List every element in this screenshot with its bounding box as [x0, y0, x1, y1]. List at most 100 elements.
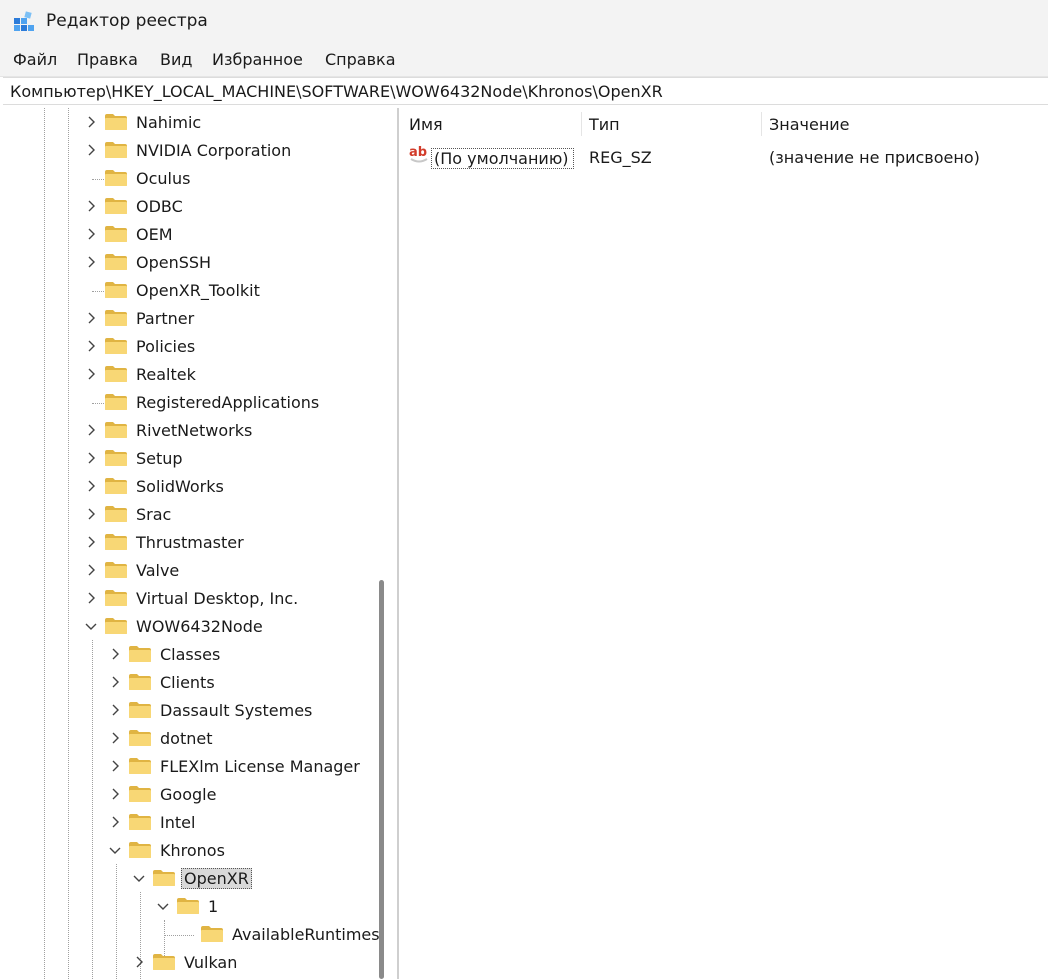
tree-item[interactable]: Virtual Desktop, Inc. — [82, 584, 301, 612]
tree-item[interactable]: Oculus — [82, 164, 193, 192]
tree-item[interactable]: Classes — [106, 640, 223, 668]
tree-item[interactable]: WOW6432Node — [82, 612, 266, 640]
chevron-right-icon[interactable] — [82, 136, 100, 164]
chevron-right-icon[interactable] — [82, 500, 100, 528]
tree-item[interactable]: Clients — [106, 668, 218, 696]
chevron-right-icon[interactable] — [82, 584, 100, 612]
tree-scrollbar-thumb[interactable] — [379, 580, 384, 979]
tree-item[interactable]: Dassault Systemes — [106, 696, 315, 724]
chevron-right-icon[interactable] — [106, 668, 124, 696]
chevron-down-icon[interactable] — [106, 836, 124, 864]
chevron-right-icon[interactable] — [82, 528, 100, 556]
values-list-pane[interactable]: Имя Тип Значение ab (По умолчанию) REG_S… — [401, 108, 1048, 979]
chevron-right-icon[interactable] — [82, 472, 100, 500]
tree-item[interactable]: Nahimic — [82, 108, 204, 136]
tree-item[interactable]: Intel — [106, 808, 198, 836]
folder-icon — [105, 282, 127, 298]
tree-item[interactable]: Google — [106, 780, 219, 808]
tree-item-label: Khronos — [160, 840, 225, 860]
folder-icon — [105, 618, 127, 634]
column-header-value[interactable]: Значение — [761, 108, 1048, 140]
tree-item[interactable]: Khronos — [106, 836, 228, 864]
chevron-down-icon[interactable] — [154, 892, 172, 920]
chevron-right-icon[interactable] — [106, 640, 124, 668]
folder-icon — [105, 114, 127, 130]
tree-item[interactable]: OEM — [82, 220, 176, 248]
chevron-right-icon[interactable] — [82, 220, 100, 248]
tree-item-label: Google — [160, 784, 217, 804]
tree-item[interactable]: NVIDIA Corporation — [82, 136, 294, 164]
tree-item[interactable]: FLEXlm License Manager — [106, 752, 363, 780]
address-path[interactable]: Компьютер\HKEY_LOCAL_MACHINE\SOFTWARE\WO… — [10, 82, 663, 101]
tree-item[interactable]: RegisteredApplications — [82, 388, 322, 416]
tree-item[interactable]: Realtek — [82, 360, 199, 388]
tree-item-label: dotnet — [160, 728, 213, 748]
folder-icon — [105, 198, 127, 214]
tree-item-label: NVIDIA Corporation — [136, 140, 292, 160]
chevron-down-icon[interactable] — [82, 612, 100, 640]
pane-splitter[interactable] — [397, 108, 399, 979]
key-tree-pane[interactable]: Nahimic NVIDIA Corporation Oculus ODBC OEM Op… — [4, 108, 398, 979]
chevron-down-icon[interactable] — [130, 864, 148, 892]
menu-help[interactable]: Справка — [325, 50, 396, 69]
tree-item[interactable]: OpenXR — [130, 864, 252, 892]
tree-item[interactable]: Srac — [82, 500, 174, 528]
address-bar[interactable]: Компьютер\HKEY_LOCAL_MACHINE\SOFTWARE\WO… — [3, 77, 1048, 105]
chevron-right-icon[interactable] — [82, 416, 100, 444]
folder-icon — [105, 590, 127, 606]
folder-icon — [129, 842, 151, 858]
tree-item[interactable]: Valve — [82, 556, 182, 584]
tree-item[interactable]: Thrustmaster — [82, 528, 247, 556]
tree-item[interactable]: ODBC — [82, 192, 186, 220]
tree-item-label: Thrustmaster — [136, 532, 244, 552]
chevron-right-icon[interactable] — [82, 108, 100, 136]
tree-item-label: RivetNetworks — [136, 420, 253, 440]
folder-icon — [105, 422, 127, 438]
tree-item[interactable]: dotnet — [106, 724, 215, 752]
tree-item[interactable]: Vulkan — [130, 948, 240, 976]
menu-favorites[interactable]: Избранное — [212, 50, 303, 69]
chevron-right-icon[interactable] — [82, 192, 100, 220]
chevron-right-icon[interactable] — [106, 808, 124, 836]
chevron-right-icon[interactable] — [106, 724, 124, 752]
tree-item[interactable]: 1 — [154, 892, 221, 920]
chevron-right-icon[interactable] — [82, 304, 100, 332]
chevron-right-icon[interactable] — [106, 696, 124, 724]
tree-item[interactable]: OpenXR_Toolkit — [82, 276, 263, 304]
column-header-name[interactable]: Имя — [401, 108, 581, 140]
menu-file[interactable]: Файл — [13, 50, 57, 69]
folder-icon — [105, 562, 127, 578]
tree-item[interactable]: OpenSSH — [82, 248, 214, 276]
menu-edit[interactable]: Правка — [77, 50, 138, 69]
tree-item[interactable]: AvailableRuntimes — [178, 920, 383, 948]
tree-item-label: Dassault Systemes — [160, 700, 313, 720]
folder-icon — [105, 310, 127, 326]
tree-item[interactable]: SolidWorks — [82, 472, 227, 500]
menu-view[interactable]: Вид — [160, 50, 192, 69]
chevron-right-icon[interactable] — [82, 360, 100, 388]
tree-item[interactable]: RivetNetworks — [82, 416, 255, 444]
chevron-right-icon[interactable] — [82, 556, 100, 584]
tree-item[interactable]: Partner — [82, 304, 197, 332]
tree-item-label: ODBC — [136, 196, 183, 216]
value-name[interactable]: (По умолчанию) — [431, 148, 574, 169]
chevron-right-icon[interactable] — [82, 248, 100, 276]
tree-item-label: OpenXR_Toolkit — [136, 280, 260, 300]
chevron-right-icon[interactable] — [82, 444, 100, 472]
folder-icon — [153, 954, 175, 970]
tree-item[interactable]: Policies — [82, 332, 198, 360]
chevron-right-icon[interactable] — [106, 780, 124, 808]
column-header-type[interactable]: Тип — [581, 108, 761, 140]
registry-editor-icon — [14, 11, 34, 31]
title-bar[interactable]: Редактор реестра — [0, 0, 1048, 44]
chevron-right-icon[interactable] — [82, 332, 100, 360]
tree-item-label: Classes — [160, 644, 221, 664]
chevron-right-icon[interactable] — [106, 752, 124, 780]
tree-guide-line — [92, 640, 93, 979]
window-title: Редактор реестра — [46, 11, 208, 31]
folder-icon — [129, 730, 151, 746]
tree-item[interactable]: Setup — [82, 444, 186, 472]
folder-icon — [129, 758, 151, 774]
chevron-right-icon[interactable] — [130, 948, 148, 976]
